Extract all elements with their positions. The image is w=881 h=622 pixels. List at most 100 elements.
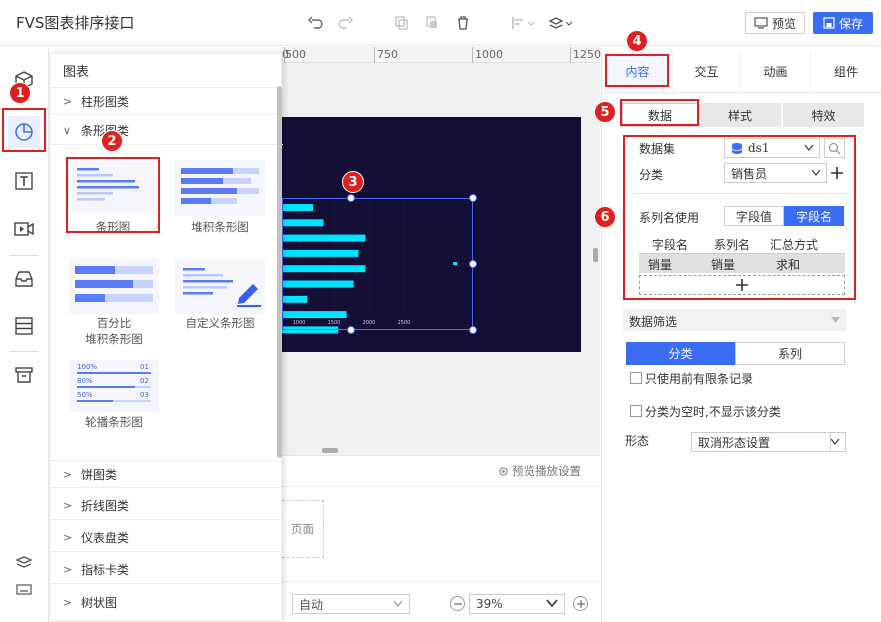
chart-x-tick-label: 2000	[363, 320, 376, 326]
tab-component[interactable]: 组件	[810, 52, 881, 90]
subtab-style[interactable]: 样式	[699, 103, 782, 127]
subtab-effects[interactable]: 特效	[783, 103, 864, 127]
plus-icon	[736, 279, 748, 291]
dataset-select[interactable]: ds1	[724, 138, 820, 158]
chart-bar	[282, 249, 359, 257]
panel-scrollbar[interactable]	[277, 86, 282, 458]
toggle-field-name[interactable]: 字段名	[784, 206, 844, 226]
chart-bar	[282, 219, 324, 227]
category-label: 树状图	[81, 595, 118, 610]
dataset-icon	[731, 142, 743, 154]
checkbox-hide-empty-category-label: 分类为空时,不显示该分类	[645, 405, 781, 419]
chart-bar	[282, 326, 339, 334]
category-tree-charts[interactable]: > 树状图	[51, 588, 283, 616]
dataset-search-button[interactable]	[824, 138, 845, 158]
subtab-label: 样式	[727, 108, 752, 123]
cell-field: 销量	[648, 258, 673, 272]
horizontal-scrollbar[interactable]	[322, 448, 338, 453]
page-thumbnail-label: 页面	[291, 522, 314, 536]
preview-button[interactable]: 预览	[745, 12, 805, 34]
database-icon[interactable]	[8, 310, 40, 342]
chevron-down-icon	[546, 599, 558, 608]
resize-handle[interactable]	[469, 194, 477, 202]
page-thumbnail[interactable]: 页面	[282, 500, 324, 558]
category-label: 折线图类	[81, 499, 130, 513]
preview-settings-link[interactable]: 预览播放设置	[498, 464, 581, 478]
minus-icon	[453, 602, 462, 605]
checkbox-limited-records-label: 只使用前有限条记录	[645, 372, 754, 386]
resize-handle[interactable]	[469, 326, 477, 334]
page-manager: 预览播放设置 页面 自动 39%	[282, 455, 600, 622]
text-component-icon[interactable]	[8, 165, 40, 197]
media-component-icon[interactable]	[8, 213, 40, 245]
category-strip-charts[interactable]: ∨ 条形图类	[51, 117, 283, 145]
tile-bar-chart[interactable]: 条形图	[67, 158, 159, 234]
tile-custom-bar-chart[interactable]: 自定义条形图	[175, 258, 265, 334]
tab-label: 交互	[694, 64, 719, 79]
copy-icon[interactable]	[392, 14, 410, 32]
keyboard-icon[interactable]	[8, 573, 40, 605]
tab-interaction[interactable]: 交互	[672, 52, 740, 90]
tab-content[interactable]: 内容	[607, 52, 668, 90]
tab-label: 内容	[625, 64, 650, 79]
tab-animation[interactable]: 动画	[740, 52, 810, 90]
category-gauge-charts[interactable]: > 仪表盘类	[51, 524, 283, 552]
data-filter-label: 数据筛选	[629, 315, 678, 329]
toggle-field-value[interactable]: 字段值	[724, 206, 784, 226]
checkbox-limited-records[interactable]	[630, 372, 642, 384]
category-bar-charts[interactable]: > 柱形图类	[51, 87, 283, 115]
resize-handle[interactable]	[347, 326, 355, 334]
annotation-badge-4: 4	[626, 30, 648, 52]
category-pie-charts[interactable]: > 饼图类	[51, 460, 283, 488]
redo-icon[interactable]	[337, 14, 355, 32]
checkbox-hide-empty-category[interactable]	[630, 405, 642, 417]
category-kpi-cards[interactable]: > 指标卡类	[51, 556, 283, 584]
bar-chart-thumbnail	[71, 162, 155, 214]
resize-handle[interactable]	[347, 194, 355, 202]
save-button[interactable]: 保存	[813, 12, 873, 34]
container-icon[interactable]	[8, 263, 40, 295]
resize-handle[interactable]	[469, 260, 477, 268]
chevron-right-icon: >	[63, 563, 73, 576]
layer-order-icon[interactable]	[548, 14, 574, 32]
tab-label: 组件	[833, 64, 858, 79]
category-select[interactable]: 销售员	[724, 163, 827, 183]
subtab-data[interactable]: 数据	[622, 103, 698, 127]
tile-stacked-bar-chart[interactable]: 堆积条形图	[175, 160, 265, 236]
add-series-row-button[interactable]	[639, 275, 845, 295]
chevron-down-icon: ∨	[63, 124, 72, 137]
add-category-button[interactable]	[828, 163, 845, 183]
table-row[interactable]: 销量 销量 求和	[639, 253, 845, 273]
filter-tab-series[interactable]: 系列	[735, 342, 845, 365]
chart-x-tick-label: 1000	[293, 320, 306, 326]
chart-category-icon[interactable]	[8, 116, 40, 148]
vertical-scrollbar[interactable]	[593, 248, 598, 262]
stacked-bar-thumbnail	[175, 160, 265, 216]
align-icon[interactable]	[510, 14, 536, 32]
bar-chart-component[interactable]: 5001000150020002500	[282, 117, 581, 352]
delete-icon[interactable]	[454, 14, 472, 32]
tile-carousel-bar-chart[interactable]: 100% 01 80% 02 50% 03 轮播条形图	[69, 360, 159, 436]
shape-select[interactable]: 取消形态设置	[691, 432, 846, 452]
tile-percent-stacked-bar-chart[interactable]: 百分比 堆积条形图	[69, 258, 159, 354]
chevron-right-icon: >	[63, 499, 73, 512]
archive-icon[interactable]	[8, 359, 40, 391]
monitor-icon	[754, 17, 768, 29]
data-filter-header[interactable]: 数据筛选	[623, 309, 846, 331]
tile-label: 轮播条形图	[85, 415, 143, 429]
chart-bar	[282, 295, 308, 303]
chevron-down-icon	[804, 144, 814, 152]
chart-type-panel: 图表 > 柱形图类 ∨ 条形图类 条形图 堆积条形图	[50, 53, 283, 621]
zoom-in-button[interactable]	[573, 596, 588, 611]
annotation-badge-3: 3	[342, 171, 364, 193]
filter-tab-category[interactable]: 分类	[626, 342, 735, 365]
zoom-out-button[interactable]	[450, 596, 465, 611]
undo-icon[interactable]	[306, 14, 324, 32]
page-fit-select[interactable]: 自动	[292, 594, 410, 614]
preview-settings-label: 预览播放设置	[512, 464, 581, 478]
annotation-badge-1: 1	[9, 82, 31, 104]
ruler-tick: 1000	[475, 48, 503, 61]
zoom-select[interactable]: 39%	[469, 594, 565, 614]
category-line-charts[interactable]: > 折线图类	[51, 492, 283, 520]
paste-icon[interactable]	[423, 14, 441, 32]
